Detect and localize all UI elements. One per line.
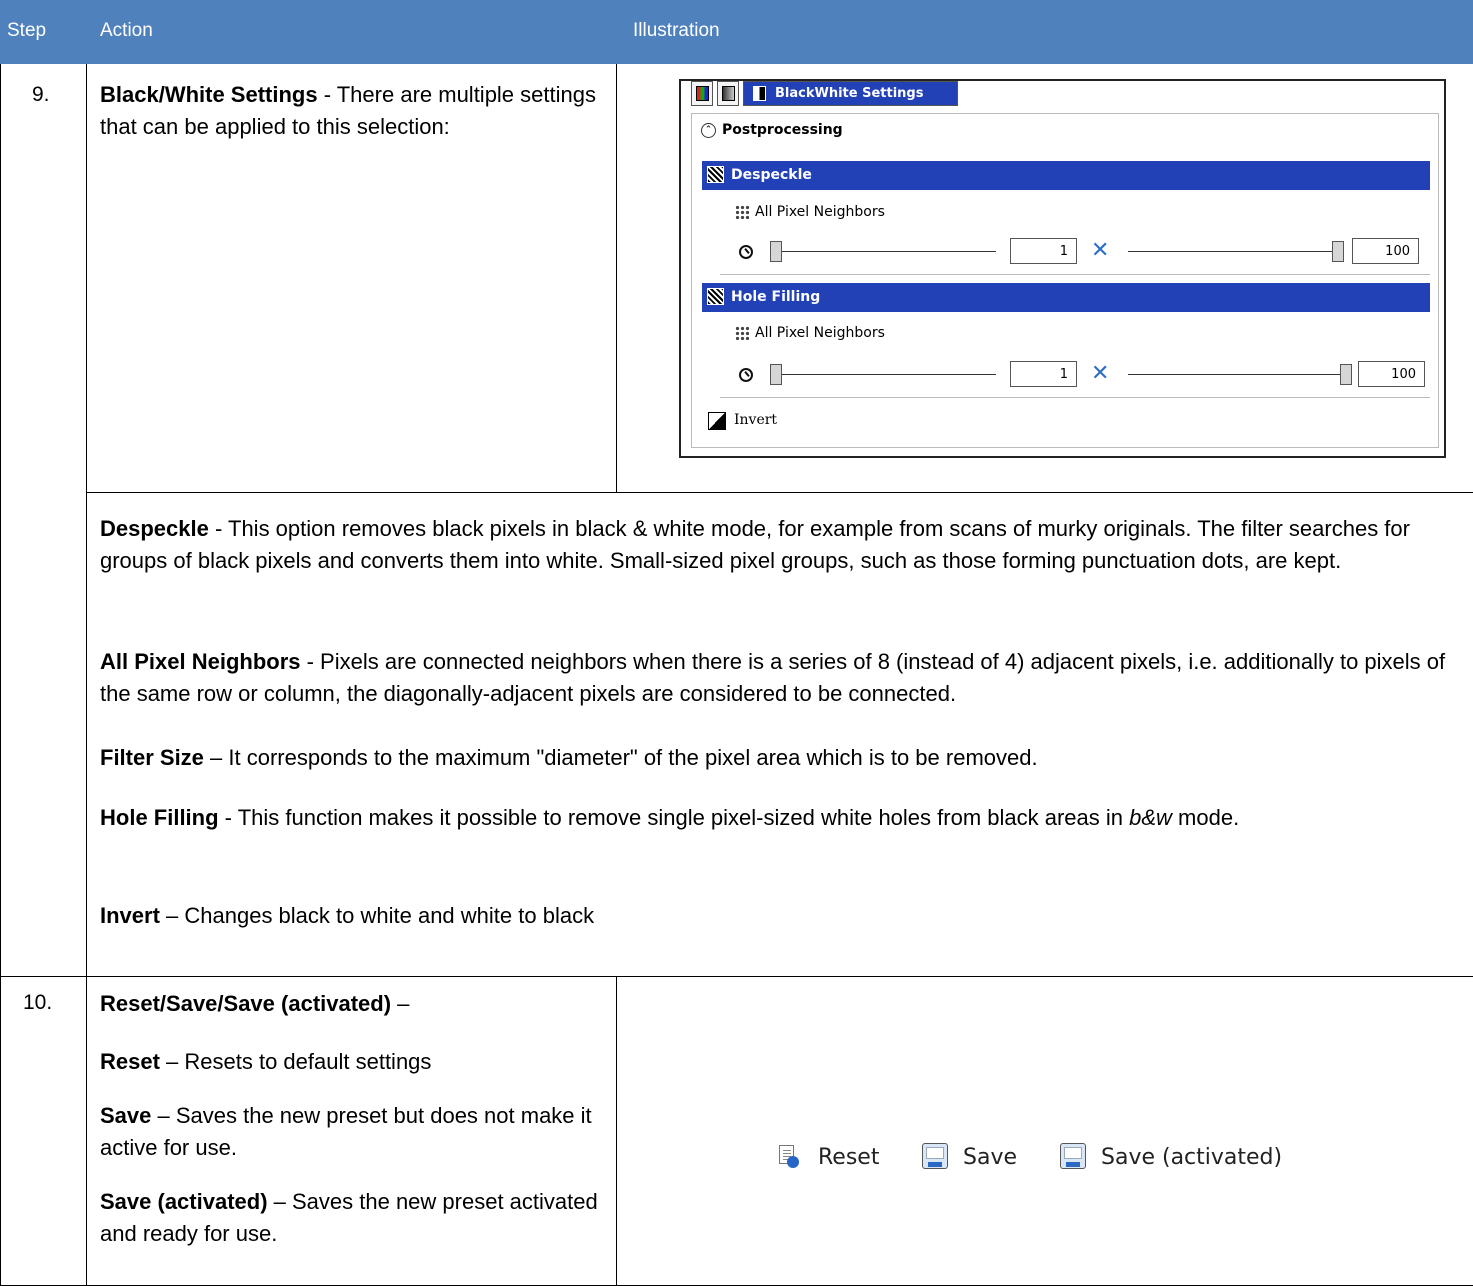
reset-term: Reset xyxy=(100,1049,160,1074)
hole-filling-italic: b&w xyxy=(1129,805,1172,830)
save-description: Save – Saves the new preset but does not… xyxy=(100,1100,600,1164)
neighbors-description: All Pixel Neighbors - Pixels are connect… xyxy=(100,646,1460,710)
section-separator xyxy=(720,274,1430,275)
neighbors-term: All Pixel Neighbors xyxy=(100,649,301,674)
step-number-9: 9. xyxy=(32,83,50,106)
despeckle-min-slider-track[interactable] xyxy=(776,251,996,252)
despeckle-min-slider-thumb[interactable] xyxy=(770,241,782,262)
table-header: Step Action Illustration xyxy=(0,0,1473,64)
row-divider-9 xyxy=(86,492,1473,493)
hole-filling-description: Hole Filling - This function makes it po… xyxy=(100,802,1440,834)
postprocessing-group: ⌃ Postprocessing Despeckle All Pixel Nei… xyxy=(691,113,1439,448)
reset-description: Reset – Resets to default settings xyxy=(100,1046,600,1078)
hole-filling-max-input[interactable]: 100 xyxy=(1358,361,1425,387)
despeckle-label: Despeckle xyxy=(731,167,812,183)
reset-icon[interactable] xyxy=(778,1145,800,1169)
color-mode-icon xyxy=(696,86,709,101)
link-cross-icon[interactable]: ✕ xyxy=(1091,240,1109,262)
blackwhite-mode-icon xyxy=(753,86,766,101)
hole-filling-min-slider-thumb[interactable] xyxy=(770,364,782,385)
pixel-neighbors-icon[interactable] xyxy=(735,326,751,340)
filter-size-knob-icon xyxy=(739,368,753,382)
tab-grayscale[interactable] xyxy=(717,81,739,106)
action-text-9: Black/White Settings - There are multipl… xyxy=(100,79,600,143)
save-activated-description: Save (activated) – Saves the new preset … xyxy=(100,1186,600,1250)
invert-icon[interactable] xyxy=(708,412,726,430)
hole-filling-max-slider-thumb[interactable] xyxy=(1340,364,1352,385)
save-activated-button[interactable]: Save (activated) xyxy=(1101,1145,1282,1170)
tab-blackwhite-settings[interactable]: BlackWhite Settings xyxy=(743,81,958,106)
hole-filling-icon xyxy=(707,288,724,305)
despeckle-term: Despeckle xyxy=(100,516,209,541)
reset-text: – Resets to default settings xyxy=(159,1049,432,1074)
hole-filling-term: Hole Filling xyxy=(100,805,219,830)
link-cross-icon[interactable]: ✕ xyxy=(1091,363,1109,385)
hole-filling-toggle-bar[interactable]: Hole Filling xyxy=(702,283,1430,312)
step-number-10: 10. xyxy=(23,991,53,1014)
invert-text: – Changes black to white and white to bl… xyxy=(159,903,595,928)
action-title-10-line: Reset/Save/Save (activated) – xyxy=(100,988,600,1020)
despeckle-text: - This option removes black pixels in bl… xyxy=(100,516,1410,573)
blackwhite-settings-panel: BlackWhite Settings ⌃ Postprocessing Des… xyxy=(679,79,1446,458)
column-divider-action-10 xyxy=(616,976,617,1286)
invert-term: Invert xyxy=(100,903,160,928)
despeckle-max-slider-track[interactable] xyxy=(1128,251,1344,252)
save-text: – Saves the new preset but does not make… xyxy=(100,1103,592,1160)
collapse-chevron-icon[interactable]: ⌃ xyxy=(701,123,716,138)
save-activated-term: Save (activated) xyxy=(100,1189,268,1214)
despeckle-toggle-bar[interactable]: Despeckle xyxy=(702,161,1430,190)
despeckle-min-input[interactable]: 1 xyxy=(1010,238,1077,264)
hole-filling-text: - This function makes it possible to rem… xyxy=(218,805,1130,830)
pixel-neighbors-icon[interactable] xyxy=(735,205,751,219)
action-title-10: Reset/Save/Save (activated) xyxy=(100,991,392,1016)
table-border-left xyxy=(0,64,1,1286)
despeckle-neighbors-label[interactable]: All Pixel Neighbors xyxy=(755,204,885,220)
action-title-9: Black/White Settings xyxy=(100,82,318,107)
hole-filling-min-slider-track[interactable] xyxy=(776,374,996,375)
save-icon[interactable] xyxy=(922,1143,948,1169)
despeckle-max-input[interactable]: 100 xyxy=(1352,238,1419,264)
grayscale-mode-icon xyxy=(722,86,735,101)
invert-description: Invert – Changes black to white and whit… xyxy=(100,900,1460,932)
tab-color[interactable] xyxy=(691,81,713,106)
action-title-dash: – xyxy=(391,991,410,1016)
despeckle-description: Despeckle - This option removes black pi… xyxy=(100,513,1460,577)
filter-size-term: Filter Size xyxy=(100,745,204,770)
neighbors-text: - Pixels are connected neighbors when th… xyxy=(100,649,1446,706)
postprocessing-title: Postprocessing xyxy=(722,122,843,138)
column-divider-action-9 xyxy=(616,64,617,492)
despeckle-icon xyxy=(707,166,724,183)
header-step: Step xyxy=(7,20,47,41)
column-divider-step xyxy=(86,64,87,1286)
row-divider-10 xyxy=(0,976,1473,977)
save-term: Save xyxy=(100,1103,152,1128)
hole-filling-end: mode. xyxy=(1171,805,1240,830)
hole-filling-min-input[interactable]: 1 xyxy=(1010,361,1077,387)
despeckle-max-slider-thumb[interactable] xyxy=(1332,241,1344,262)
hole-filling-neighbors-label[interactable]: All Pixel Neighbors xyxy=(755,325,885,341)
header-illustration: Illustration xyxy=(633,20,720,41)
reset-button[interactable]: Reset xyxy=(818,1145,879,1170)
invert-label[interactable]: Invert xyxy=(734,412,777,428)
save-button[interactable]: Save xyxy=(963,1145,1017,1170)
header-action: Action xyxy=(100,20,153,41)
filter-size-description: Filter Size – It corresponds to the maxi… xyxy=(100,742,1460,774)
filter-size-text: – It corresponds to the maximum "diamete… xyxy=(203,745,1038,770)
tab-blackwhite-label: BlackWhite Settings xyxy=(775,86,924,101)
hole-filling-max-slider-track[interactable] xyxy=(1128,374,1344,375)
section-separator xyxy=(720,397,1430,398)
hole-filling-label: Hole Filling xyxy=(731,289,821,305)
save-activated-icon[interactable] xyxy=(1060,1143,1086,1169)
filter-size-knob-icon xyxy=(739,245,753,259)
